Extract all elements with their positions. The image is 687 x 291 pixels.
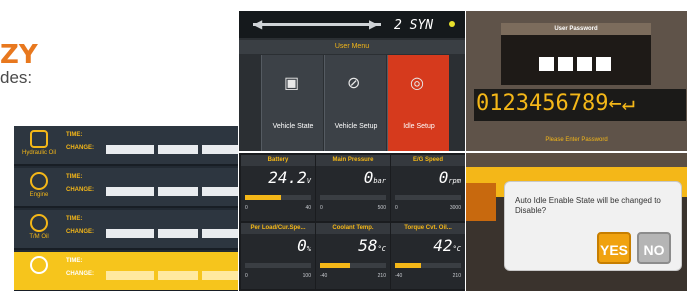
- brand-logo: 2 SYN: [394, 18, 434, 33]
- tile-vehicle-state[interactable]: ▣ Vehicle State: [261, 55, 323, 151]
- gauge-battery: Battery 24.2V 0 40: [241, 155, 315, 221]
- status-indicator: [449, 21, 455, 27]
- gear-oil-icon: T/M Oil: [18, 212, 60, 248]
- gauge-eg-speed: E/G Speed 0rpm 0 3000: [391, 155, 465, 221]
- maintenance-row[interactable]: Hydraulic Oil TIME: CHANGE:: [14, 126, 238, 166]
- maintenance-panel: Hydraulic Oil TIME: CHANGE: Engine TIME:…: [14, 126, 238, 291]
- arrow-right-icon[interactable]: ▶: [369, 17, 378, 31]
- oil-drop-icon: Engine: [18, 170, 60, 206]
- dialog-panel: Auto Idle Enable State will be changed t…: [466, 153, 687, 291]
- gauge-coolant-temp: Coolant Temp. 58°C -40 210: [316, 223, 390, 289]
- dialog-message: Auto Idle Enable State will be changed t…: [515, 196, 661, 215]
- password-hint: Please Enter Password: [545, 137, 608, 143]
- page-slider[interactable]: [253, 23, 381, 26]
- tile-idle-setup[interactable]: ◎ Idle Setup: [387, 55, 449, 151]
- gauges-panel: Battery 24.2V 0 40 Main Pressure 0bar 0 50…: [239, 153, 465, 291]
- vehicle-state-icon: ▣: [284, 75, 300, 92]
- vehicle-setup-icon: ⊘: [347, 75, 361, 92]
- gauge-main-pressure: Main Pressure 0bar 0 500: [316, 155, 390, 221]
- menu-title: User Menu: [239, 40, 465, 54]
- page-heading: ZY: [0, 40, 38, 70]
- page-subtext: des:: [0, 68, 33, 87]
- tile-vehicle-setup[interactable]: ⊘ Vehicle Setup: [324, 55, 386, 151]
- coolant-icon: [18, 254, 60, 290]
- idle-setup-icon: ◎: [410, 75, 424, 92]
- digit-keys[interactable]: 0123456789←↵: [476, 91, 635, 116]
- status-bar: ◀ ▶ 2 SYN: [239, 11, 465, 38]
- user-menu-panel: ◀ ▶ 2 SYN User Menu ▣ Vehicle State ⊘ Ve…: [239, 11, 465, 151]
- arrow-left-icon[interactable]: ◀: [253, 17, 262, 31]
- confirm-dialog: Auto Idle Enable State will be changed t…: [504, 181, 682, 271]
- password-panel: User Password 0123456789←↵ Please Enter …: [466, 11, 687, 151]
- filter-icon: Hydraulic Oil: [18, 128, 60, 164]
- password-title: User Password: [501, 23, 651, 35]
- maintenance-row[interactable]: Engine TIME: CHANGE:: [14, 168, 238, 208]
- no-button[interactable]: NO: [637, 232, 671, 264]
- maintenance-row-selected[interactable]: TIME: CHANGE:: [14, 252, 238, 291]
- password-field[interactable]: [501, 35, 651, 85]
- gauge-torque-cvt-oil: Torque Cvt. Oil... 42°C -40 210: [391, 223, 465, 289]
- yes-button[interactable]: YES: [597, 232, 631, 264]
- maintenance-row[interactable]: T/M Oil TIME: CHANGE:: [14, 210, 238, 250]
- gauge-per-load: Per Load/Cur.Spe... 0% 0 100: [241, 223, 315, 289]
